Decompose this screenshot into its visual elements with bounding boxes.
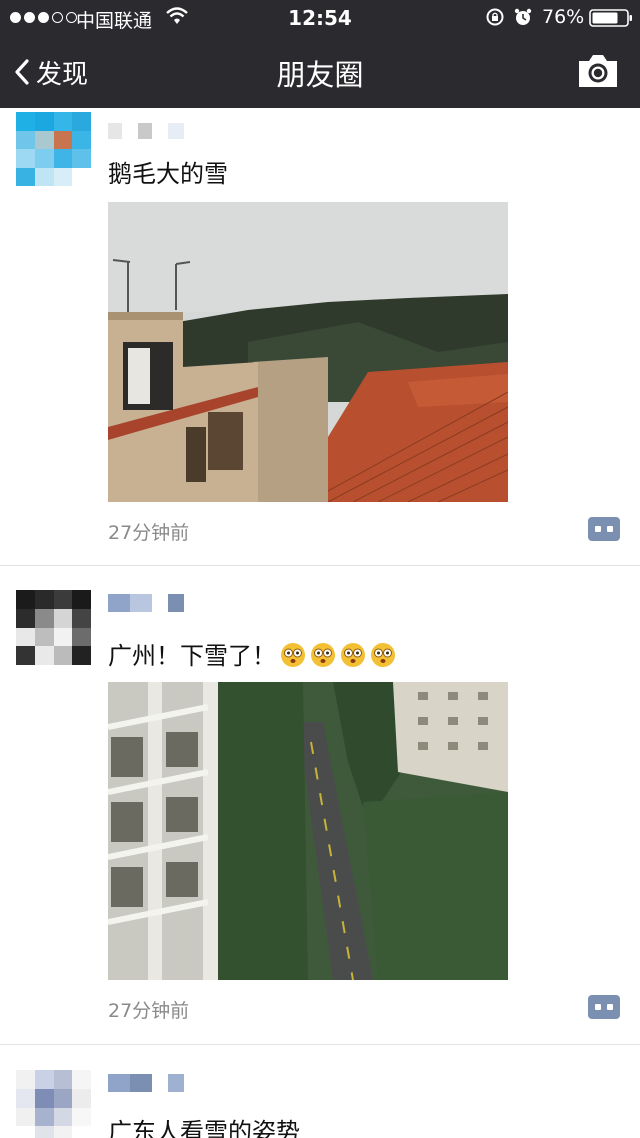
comment-button[interactable] <box>588 995 620 1019</box>
camera-icon[interactable] <box>576 52 620 90</box>
comment-button[interactable] <box>588 517 620 541</box>
feed-post: 鹅毛大的雪 27分钟前 <box>0 108 640 566</box>
top-bar: 中国联通 12:54 76% 发现 朋友圈 <box>0 0 640 108</box>
shocked-face-icon <box>371 643 395 667</box>
shocked-face-icon <box>311 643 335 667</box>
nav-bar: 发现 朋友圈 <box>0 36 640 108</box>
page-title: 朋友圈 <box>276 58 364 92</box>
post-divider <box>0 1044 640 1045</box>
shocked-face-icon <box>281 643 305 667</box>
shocked-face-icon <box>341 643 365 667</box>
status-bar: 中国联通 12:54 76% <box>0 0 640 36</box>
post-timestamp: 27分钟前 <box>108 522 190 544</box>
avatar[interactable] <box>16 590 91 665</box>
avatar[interactable] <box>16 1070 91 1138</box>
user-name-blurred[interactable] <box>108 1074 184 1096</box>
rooftops-photo[interactable] <box>108 202 508 502</box>
user-name-blurred[interactable] <box>108 120 184 142</box>
emoji-group <box>276 642 396 670</box>
battery-percentage: 76% <box>542 6 585 28</box>
post-timestamp: 27分钟前 <box>108 1000 190 1022</box>
post-text: 广东人看雪的姿势 <box>108 1118 300 1138</box>
user-name-blurred[interactable] <box>108 594 184 616</box>
avatar[interactable] <box>16 112 91 186</box>
post-text-content: 广州！下雪了！ <box>108 642 276 670</box>
feed-post: 广东人看雪的姿势 <box>0 1046 640 1138</box>
post-text: 广州！下雪了！ <box>108 636 396 671</box>
feed-post: 广州！下雪了！ 27分钟前 <box>0 566 640 1046</box>
alarm-icon <box>514 8 532 25</box>
rotation-lock-icon <box>486 8 504 26</box>
post-text: 鹅毛大的雪 <box>108 160 228 188</box>
street-view-photo[interactable] <box>108 682 508 980</box>
battery-icon <box>589 9 632 27</box>
